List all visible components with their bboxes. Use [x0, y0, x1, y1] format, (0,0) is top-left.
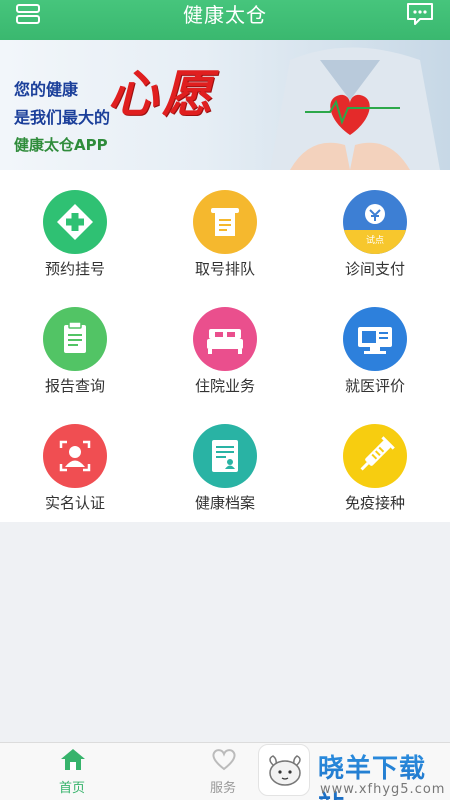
banner-line-3: 健康太仓APP: [14, 136, 108, 154]
service-label: 预约挂号: [44, 260, 105, 278]
ticket-queue-icon: [193, 190, 257, 254]
download-site-watermark: 晓羊下载站 www.xfhyg5.com: [258, 744, 450, 800]
watermark-url: www.xfhyg5.com: [320, 782, 446, 797]
evaluation-icon: [343, 307, 407, 371]
home-icon: [61, 749, 85, 770]
service-hospital[interactable]: 住院业务: [150, 287, 300, 404]
id-verify-icon: [43, 424, 107, 488]
sheep-logo-icon: [258, 744, 310, 796]
tab-home-label: 首页: [58, 781, 85, 796]
banner-wish-word: 心愿: [108, 64, 216, 123]
service-report[interactable]: 报告查询: [0, 287, 150, 404]
service-vaccine[interactable]: 免疫接种: [300, 404, 450, 521]
page-title: 健康太仓: [183, 3, 267, 27]
heart-icon: [212, 749, 236, 771]
service-label: 免疫接种: [344, 494, 405, 512]
banner-line-2: 是我们最大的: [14, 108, 111, 127]
vaccine-icon: [343, 424, 407, 488]
service-label: 住院业务: [194, 377, 255, 395]
service-ticket-queue[interactable]: 取号排队: [150, 170, 300, 287]
report-icon: [43, 307, 107, 371]
service-label: 诊间支付: [344, 260, 405, 278]
service-label: 健康档案: [194, 494, 255, 512]
hospital-bed-icon: [193, 307, 257, 371]
service-grid: 预约挂号 取号排队 试点 诊间支付 报告查询 住院业务 就医评价 实名认证 健康…: [0, 170, 450, 522]
service-label: 报告查询: [44, 377, 105, 395]
doctor-hands-heart-illustration: [270, 47, 440, 170]
payment-icon: 试点: [343, 190, 407, 254]
message-icon[interactable]: [406, 2, 434, 26]
banner-line-1: 您的健康: [14, 80, 79, 99]
tab-service-label: 服务: [209, 781, 236, 796]
tab-home[interactable]: 首页: [27, 743, 117, 800]
app-header: 健康太仓: [0, 0, 450, 40]
service-id-verify[interactable]: 实名认证: [0, 404, 150, 521]
svg-text:试点: 试点: [366, 234, 384, 246]
service-appointment[interactable]: 预约挂号: [0, 170, 150, 287]
tab-service[interactable]: 服务: [178, 743, 268, 800]
service-health-record[interactable]: 健康档案: [150, 404, 300, 521]
service-label: 就医评价: [344, 377, 405, 395]
service-payment[interactable]: 试点 诊间支付: [300, 170, 450, 287]
promo-banner[interactable]: 您的健康 是我们最大的 健康太仓APP 心愿: [0, 40, 450, 170]
appointment-icon: [43, 190, 107, 254]
service-label: 取号排队: [194, 260, 255, 278]
service-evaluation[interactable]: 就医评价: [300, 287, 450, 404]
health-record-icon: [193, 424, 257, 488]
service-label: 实名认证: [44, 494, 105, 512]
